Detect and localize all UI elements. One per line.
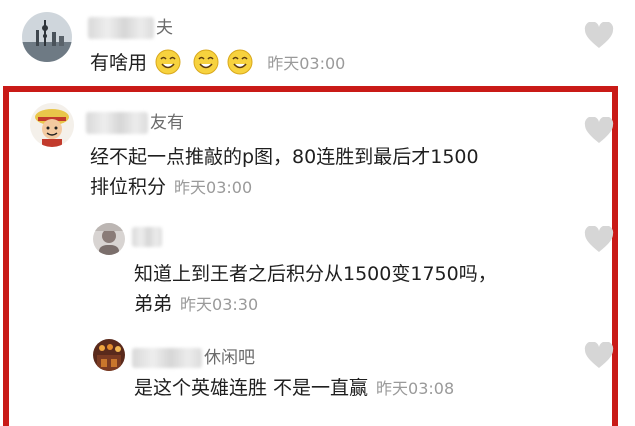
smile-emoji-icon [193,49,219,84]
comment-time: 昨天03:00 [174,178,253,197]
comment-text: 知道上到王者之后积分从1500变1750吗， 弟弟 昨天03:30 [134,263,497,315]
heart-like-icon[interactable] [584,116,614,145]
commenter-name[interactable]: 友有 [86,108,184,134]
comment-2: 友有 经不起一点推敲的p图，80连胜到最后才1500 排位积分 昨天03:00 [0,96,635,211]
comment-text: 经不起一点推敲的p图，80连胜到最后才1500 排位积分 昨天03:00 [90,146,479,198]
comment-text: 是这个英雄连胜 不是一直赢 昨天03:08 [134,377,455,399]
comment-text: 有啥用 昨天03:00 [90,48,345,84]
comment-1: 夫 有啥用 昨天03:00 [0,0,635,86]
comment-time: 昨天03:08 [376,379,455,398]
smile-emoji-icon [155,49,181,84]
commenter-name[interactable] [132,227,164,247]
redacted-name-blur [132,348,202,368]
reply-comment-2: 休闲吧 是这个英雄连胜 不是一直赢 昨天03:08 [0,334,635,423]
reply-comment-1: 知道上到王者之后积分从1500变1750吗， 弟弟 昨天03:30 [0,218,635,328]
commenter-name[interactable]: 休闲吧 [132,343,255,368]
anime-character-avatar-icon[interactable] [30,103,74,147]
comment-time: 昨天03:00 [267,54,346,73]
comment-time: 昨天03:30 [180,295,259,314]
redacted-name-blur [88,17,154,39]
shop-avatar-icon[interactable] [93,339,125,371]
redacted-name-blur [132,227,162,247]
person-avatar-icon[interactable] [93,223,125,255]
heart-like-icon[interactable] [584,21,614,50]
heart-like-icon[interactable] [584,225,614,254]
redacted-name-blur [86,112,148,134]
heart-like-icon[interactable] [584,341,614,370]
commenter-name[interactable]: 夫 [88,13,173,39]
smile-emoji-icon [227,49,253,84]
city-skyline-avatar-icon[interactable] [22,12,72,62]
